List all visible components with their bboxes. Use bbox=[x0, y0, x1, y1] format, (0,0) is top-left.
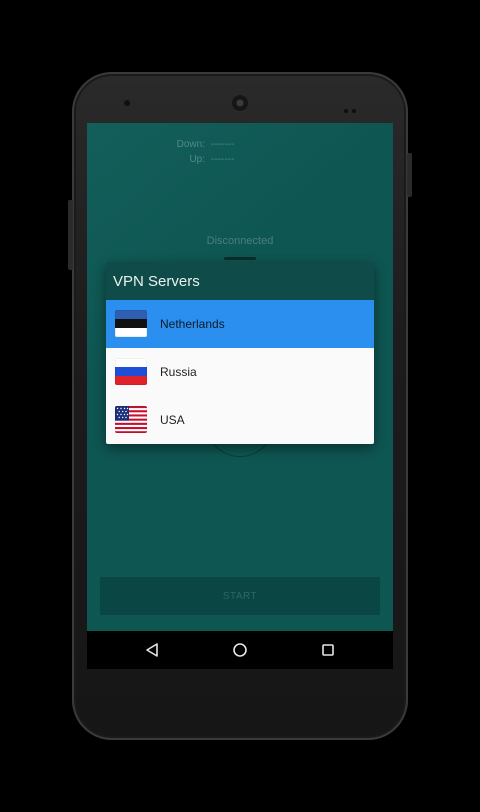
server-item-netherlands[interactable]: Netherlands bbox=[106, 300, 374, 348]
recent-apps-icon[interactable] bbox=[318, 640, 338, 660]
status-indicator bbox=[224, 257, 256, 260]
dialog-title: VPN Servers bbox=[113, 273, 200, 290]
up-value: ------- bbox=[211, 154, 235, 165]
server-label: Netherlands bbox=[160, 317, 225, 331]
front-camera-icon bbox=[232, 95, 248, 111]
russia-flag-icon bbox=[115, 358, 147, 385]
speaker-icon bbox=[124, 100, 130, 106]
home-icon[interactable] bbox=[230, 640, 250, 660]
navigation-bar bbox=[87, 631, 393, 669]
power-button bbox=[407, 153, 412, 197]
server-item-russia[interactable]: Russia bbox=[106, 348, 374, 396]
sensor-icon bbox=[344, 100, 360, 113]
down-label: Down: bbox=[176, 139, 205, 150]
server-list: Netherlands Russia USA bbox=[106, 300, 374, 444]
connection-status: Disconnected bbox=[206, 235, 274, 247]
traffic-stats: Down: ------- Up: ------- bbox=[175, 137, 235, 167]
server-item-usa[interactable]: USA bbox=[106, 396, 374, 444]
server-label: Russia bbox=[160, 365, 197, 379]
up-label: Up: bbox=[189, 154, 205, 165]
usa-flag-icon bbox=[115, 406, 147, 433]
server-label: USA bbox=[160, 413, 185, 427]
back-icon[interactable] bbox=[142, 640, 162, 660]
volume-button bbox=[68, 200, 73, 270]
start-button[interactable]: START bbox=[100, 577, 380, 615]
down-value: ------- bbox=[211, 139, 235, 150]
estonia-flag-icon bbox=[115, 310, 147, 337]
